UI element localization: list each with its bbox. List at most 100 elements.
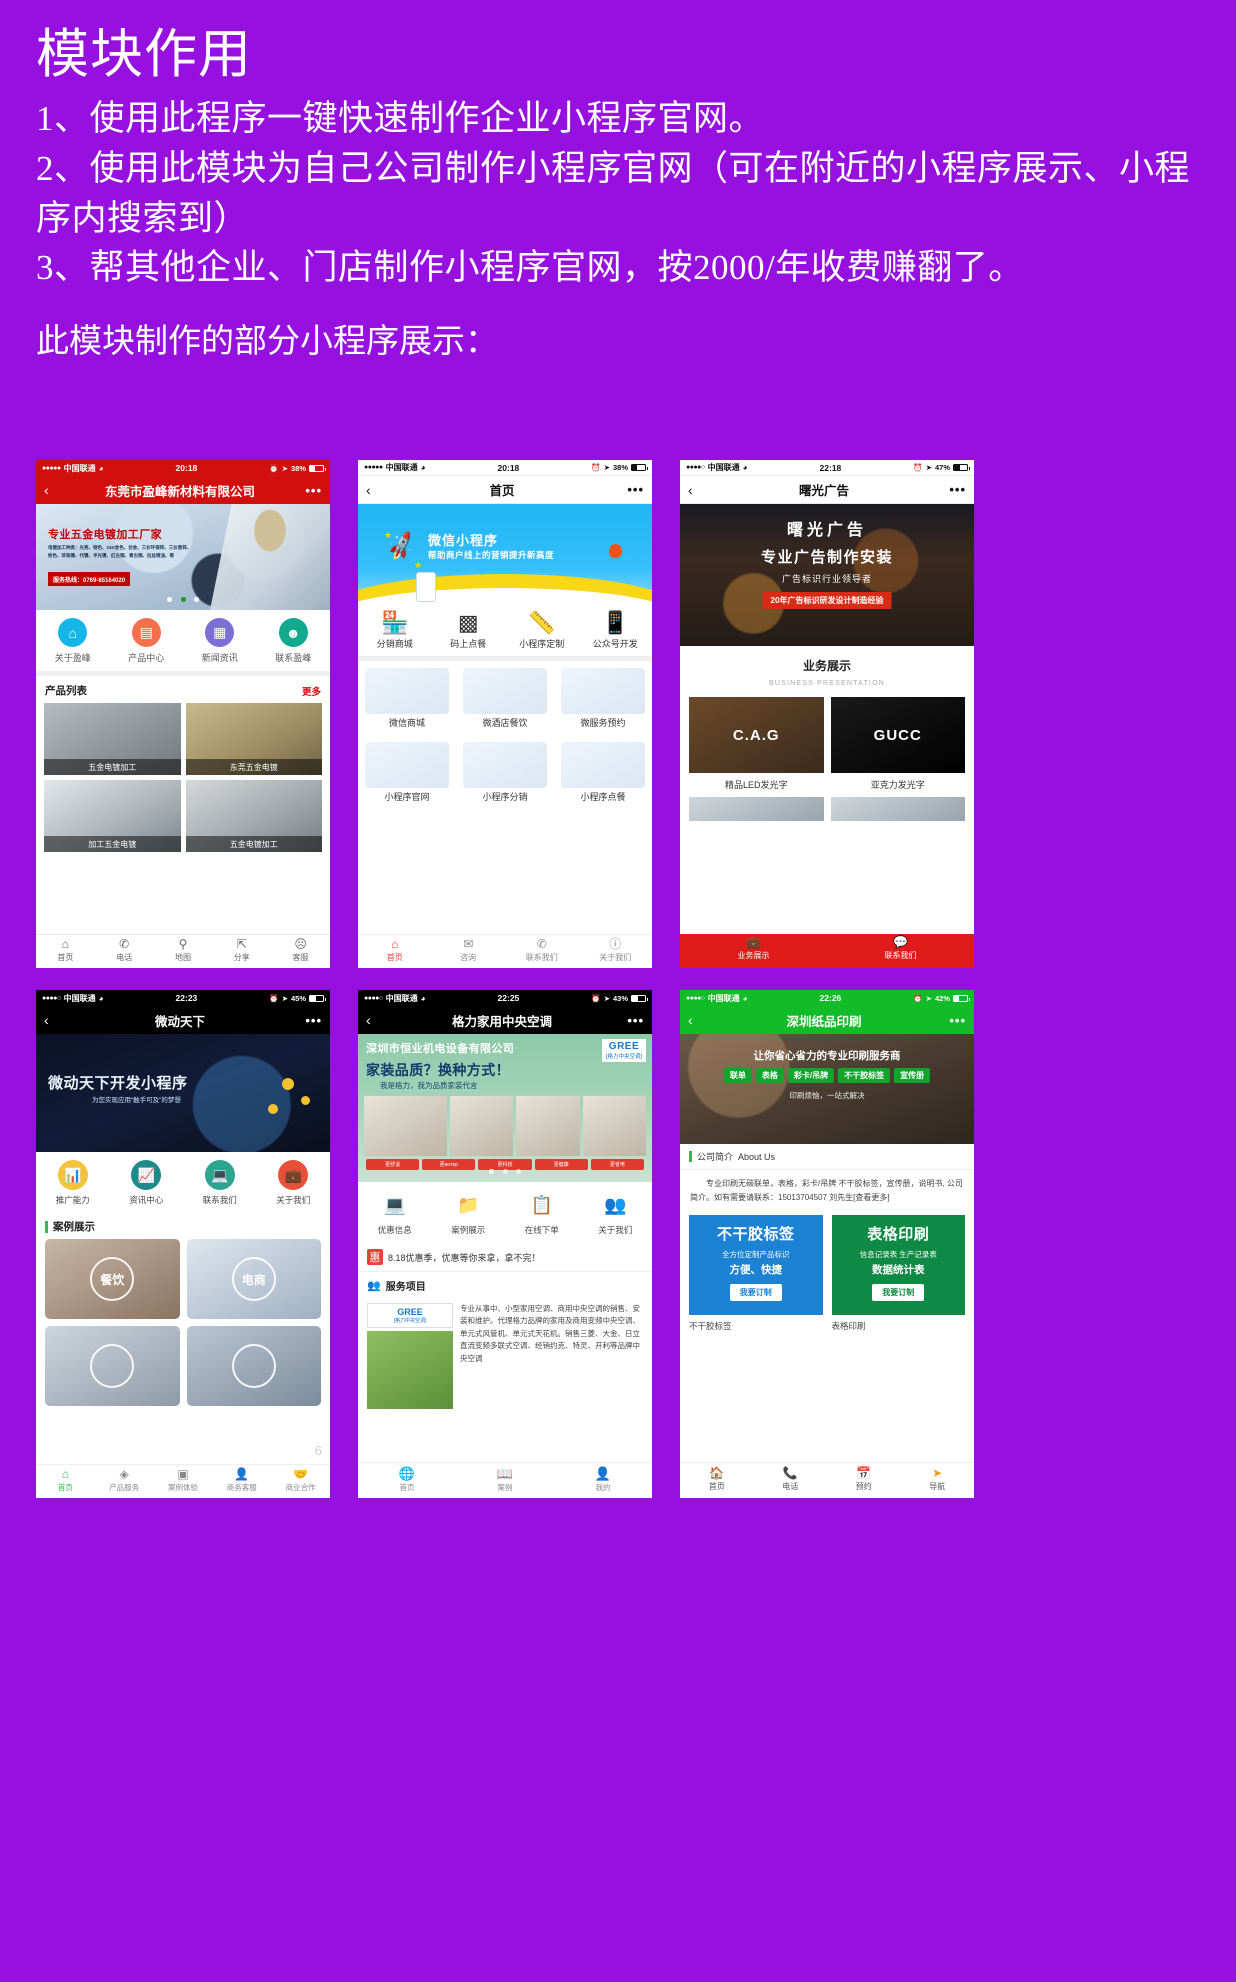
carousel-dots[interactable] (358, 588, 652, 599)
tab-cooperation[interactable]: 🤝商业合作 (271, 1465, 330, 1498)
intro-line-3: 3、帮其他企业、门店制作小程序官网，按2000/年收费赚翻了。 (36, 243, 1200, 293)
service-mini-distribution[interactable]: 小程序分销 (456, 735, 554, 809)
service-qrorder[interactable]: ▩码上点餐 (432, 604, 506, 656)
tab-booking[interactable]: 📅预约 (827, 1463, 901, 1498)
order-button[interactable]: 我要订制 (730, 1284, 782, 1301)
carousel-dots[interactable] (358, 1166, 652, 1177)
service-wechat-mall[interactable]: 微信商城 (358, 661, 456, 735)
hero-banner[interactable]: 让你省心省力的专业印刷服务商 联单 表格 彩卡/吊牌 不干胶标签 宣传册 印刷烦… (680, 1034, 974, 1144)
quick-nav-promotion[interactable]: 📊推广能力 (36, 1160, 110, 1206)
carousel-dot[interactable] (167, 597, 172, 602)
quick-nav-promotions[interactable]: 💻优惠信息 (358, 1190, 432, 1236)
quick-nav-news[interactable]: 📈资讯中心 (110, 1160, 184, 1206)
case-card[interactable] (45, 1326, 180, 1406)
carousel-dot-active[interactable] (181, 597, 186, 602)
status-time: 22:26 (747, 993, 913, 1003)
product-card[interactable]: 五金电镀加工 (186, 780, 323, 852)
service-booking[interactable]: 微服务预约 (554, 661, 652, 735)
tab-service[interactable]: ☹客服 (271, 935, 330, 968)
carousel-dot[interactable] (194, 597, 199, 602)
more-menu-icon[interactable]: ••• (940, 1013, 966, 1028)
more-menu-icon[interactable]: ••• (296, 483, 322, 498)
quick-nav-contact[interactable]: 💻联系我们 (183, 1160, 257, 1206)
quick-nav-contact[interactable]: ☻ 联系盈峰 (257, 618, 331, 664)
tab-home[interactable]: 🏠首页 (680, 1463, 754, 1498)
hero-banner[interactable]: 深圳市恒业机电设备有限公司 GREE [格力中央空调] 家装品质？换种方式！ 我… (358, 1034, 652, 1182)
tab-home[interactable]: ⌂首页 (36, 935, 95, 968)
carousel-dots[interactable] (36, 594, 330, 605)
product-card-form[interactable]: 表格印刷 信息记录表 生产记录表 数据统计表 我要订制 (832, 1215, 966, 1315)
product-list-header: 产品列表 更多 (36, 676, 330, 703)
product-card-sticker[interactable]: 不干胶标签 全方位定制产品标识 方便、快捷 我要订制 (689, 1215, 823, 1315)
more-menu-icon[interactable]: ••• (618, 1013, 644, 1028)
business-card-partial[interactable] (831, 797, 966, 821)
quick-nav-order[interactable]: 📋在线下单 (505, 1190, 579, 1236)
hero-banner[interactable]: 曙光广告 专业广告制作安装 广告标识行业领导者 20年广告标识研发设计制造经验 (680, 504, 974, 646)
hero-banner[interactable]: 专业五金电镀加工厂家 电镀加工种类：光亮、哑色、24K金色、仿金、三价环保锌、三… (36, 504, 330, 610)
case-card[interactable]: 餐饮 (45, 1239, 180, 1319)
hero-banner[interactable]: ★ ★ 🚀 微信小程序 帮助商户线上的营销提升新高度 (358, 504, 652, 604)
business-card[interactable]: GUCC 亚克力发光字 (831, 697, 966, 791)
product-card[interactable]: 加工五金电镀 (44, 780, 181, 852)
back-button[interactable]: ‹ (44, 482, 64, 498)
card-title: 不干胶标签 (695, 1223, 817, 1244)
quick-nav-about[interactable]: 💼关于我们 (257, 1160, 331, 1206)
more-link[interactable]: 更多 (302, 684, 321, 698)
order-button[interactable]: 我要订制 (872, 1284, 924, 1301)
quick-nav-products[interactable]: ▤ 产品中心 (110, 618, 184, 664)
carousel-dot-active[interactable] (489, 1169, 494, 1174)
tab-cases[interactable]: 📖案例 (456, 1463, 554, 1498)
tab-home[interactable]: ⌂首页 (358, 935, 432, 968)
carousel-dot[interactable] (523, 591, 528, 596)
carousel-dot[interactable] (496, 591, 501, 596)
back-button[interactable]: ‹ (688, 482, 708, 498)
tab-about[interactable]: ⓘ关于我们 (579, 935, 653, 968)
promo-banner[interactable]: 惠 8.18优惠季，优惠等你来拿，拿不完！ (358, 1243, 652, 1272)
more-menu-icon[interactable]: ••• (296, 1013, 322, 1028)
quick-nav-cases[interactable]: 📁案例展示 (432, 1190, 506, 1236)
back-button[interactable]: ‹ (366, 1012, 386, 1028)
tab-map[interactable]: ⚲地图 (154, 935, 213, 968)
quick-nav-about[interactable]: 👥关于我们 (579, 1190, 653, 1236)
tab-contact[interactable]: 💬联系我们 (827, 934, 974, 968)
product-card[interactable]: 东莞五金电镀 (186, 703, 323, 775)
back-button[interactable]: ‹ (44, 1012, 64, 1028)
tab-home[interactable]: ⌂首页 (36, 1465, 95, 1498)
mobile-icon: 📱 (579, 611, 653, 635)
service-mini-ordering[interactable]: 小程序点餐 (554, 735, 652, 809)
tab-support[interactable]: 👤商务客服 (212, 1465, 271, 1498)
tab-home[interactable]: 🌐首页 (358, 1463, 456, 1498)
hero-banner[interactable]: 微动天下开发小程序 为您实现应用“触手可及”的梦想 (36, 1034, 330, 1152)
tab-cases[interactable]: ▣案例体验 (154, 1465, 213, 1498)
tab-phone[interactable]: 📞电话 (754, 1463, 828, 1498)
case-card[interactable]: 电商 (187, 1239, 322, 1319)
tab-share[interactable]: ⇱分享 (212, 935, 271, 968)
case-card[interactable] (187, 1326, 322, 1406)
tab-contact[interactable]: ✆联系我们 (505, 935, 579, 968)
tab-consult[interactable]: ✉咨询 (432, 935, 506, 968)
business-card-partial[interactable] (689, 797, 824, 821)
service-shop[interactable]: 🏪分销商城 (358, 604, 432, 656)
carousel-dot[interactable] (509, 591, 514, 596)
carousel-dot[interactable] (516, 1169, 521, 1174)
bottom-tab-bar: ⌂首页 ✉咨询 ✆联系我们 ⓘ关于我们 (358, 934, 652, 968)
more-menu-icon[interactable]: ••• (618, 482, 644, 497)
service-hotel-dining[interactable]: 微酒店餐饮 (456, 661, 554, 735)
carousel-dot-active[interactable] (482, 591, 487, 596)
tab-business[interactable]: 💼业务展示 (680, 934, 827, 968)
tab-products[interactable]: ◈产品服务 (95, 1465, 154, 1498)
tab-phone[interactable]: ✆电话 (95, 935, 154, 968)
tab-mine[interactable]: 👤我的 (554, 1463, 652, 1498)
back-button[interactable]: ‹ (366, 482, 386, 498)
product-card[interactable]: 五金电镀加工 (44, 703, 181, 775)
back-button[interactable]: ‹ (688, 1012, 708, 1028)
more-menu-icon[interactable]: ••• (940, 482, 966, 497)
service-mini-site[interactable]: 小程序官网 (358, 735, 456, 809)
service-official[interactable]: 📱公众号开发 (579, 604, 653, 656)
tab-navigation[interactable]: ➤导航 (901, 1463, 975, 1498)
carousel-dot[interactable] (503, 1169, 508, 1174)
business-card[interactable]: C.A.G 精品LED发光字 (689, 697, 824, 791)
quick-nav-about[interactable]: ⌂ 关于盈峰 (36, 618, 110, 664)
quick-nav-news[interactable]: ▦ 新闻资讯 (183, 618, 257, 664)
service-custom[interactable]: 📏小程序定制 (505, 604, 579, 656)
